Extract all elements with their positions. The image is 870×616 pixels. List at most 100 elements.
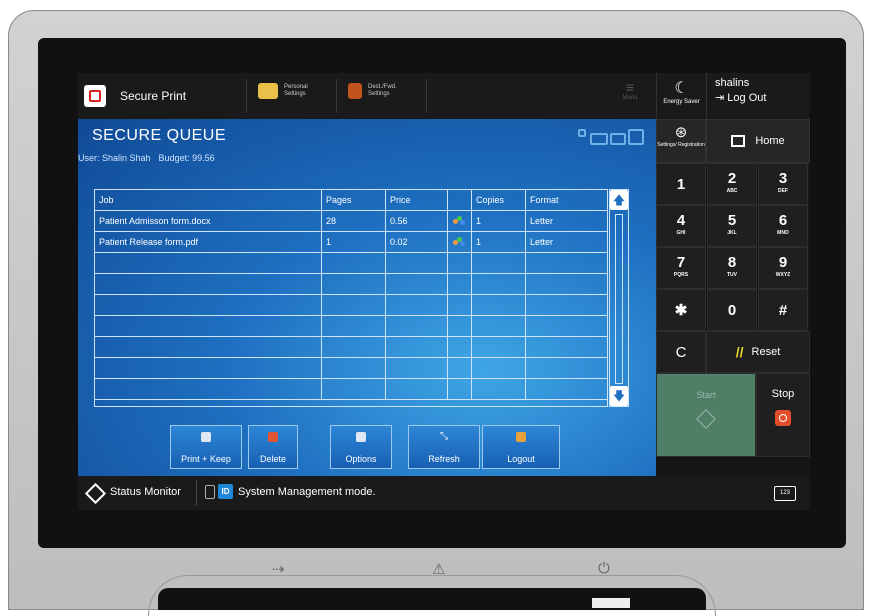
start-button[interactable]: Start [656, 373, 756, 457]
home-button[interactable]: Home [706, 119, 810, 163]
key-letters: TUV [727, 272, 737, 278]
empty-cell [322, 379, 386, 400]
keypad-key-8[interactable]: 8 TUV [707, 247, 757, 289]
divider [426, 79, 427, 113]
reset-label: Reset [751, 346, 781, 358]
empty-cell [386, 274, 448, 295]
personal-settings-line1: Personal [284, 84, 308, 90]
energy-saver-button[interactable]: ☾ Energy Saver [656, 73, 706, 119]
scroll-up-icon[interactable]: 🡅 [610, 190, 628, 210]
indicator-light [592, 598, 630, 608]
username: shalins [715, 77, 750, 89]
scroll-down-icon[interactable]: 🡇 [610, 386, 628, 406]
key-letters: GHI [676, 230, 686, 236]
scroll-track[interactable] [615, 214, 623, 384]
keypad-key-1[interactable]: 1 [656, 163, 706, 205]
logout-top-label: Log Out [727, 92, 767, 104]
print-keep-button[interactable]: Print + Keep [170, 425, 242, 469]
empty-cell [322, 274, 386, 295]
key-letters: MNO [777, 230, 789, 236]
menu-button[interactable]: ≡ Menu [610, 79, 650, 115]
personal-settings-icon [258, 83, 278, 99]
empty-cell [448, 316, 472, 337]
logout-button[interactable]: Logout [482, 425, 560, 469]
keypad-key-4[interactable]: 4 GHI [656, 205, 706, 247]
empty-cell [472, 337, 526, 358]
keypad-key-6[interactable]: 6 MNO [758, 205, 808, 247]
personal-settings-button[interactable]: Personal Settings [258, 83, 308, 99]
keypad-key-3[interactable]: 3 DEF [758, 163, 808, 205]
col-header-pages[interactable]: Pages [322, 190, 386, 211]
empty-cell [472, 379, 526, 400]
empty-cell [448, 379, 472, 400]
empty-cell [322, 253, 386, 274]
keypad-key-10[interactable]: ✱ [656, 289, 706, 331]
queue-decoration-icon [578, 127, 652, 145]
empty-cell [448, 358, 472, 379]
keypad-key-12[interactable]: # [758, 289, 808, 331]
empty-cell [95, 274, 322, 295]
start-diamond-icon [696, 409, 716, 429]
status-bar: Status Monitor ID System Management mode… [78, 476, 810, 510]
refresh-button[interactable]: ⤡ Refresh [408, 425, 480, 469]
key-letters: ABC [726, 188, 738, 194]
table-scrollbar[interactable]: 🡅 🡇 [609, 189, 629, 407]
empty-cell [95, 253, 322, 274]
empty-cell [448, 274, 472, 295]
energy-saver-label: Energy Saver [663, 99, 700, 105]
stop-button[interactable]: Stop [756, 373, 810, 457]
key-letters: DEF [778, 188, 788, 194]
keypad-key-5[interactable]: 5 JKL [707, 205, 757, 247]
col-header-job[interactable]: Job [95, 190, 322, 211]
empty-cell [322, 316, 386, 337]
arrow-hardware-icon[interactable]: ⇢ [272, 560, 285, 578]
keypad-key-11[interactable]: 0 [707, 289, 757, 331]
empty-cell [472, 316, 526, 337]
empty-cell [526, 295, 607, 316]
key-number: 3 [778, 170, 788, 187]
keypad-key-2[interactable]: 2 ABC [707, 163, 757, 205]
menu-icon: ≡ [625, 79, 635, 95]
dest-fwd-settings-button[interactable]: Dest./Fwd. Settings [348, 83, 397, 99]
key-number: 8 [727, 254, 737, 271]
table-row[interactable]: Patient Admisson form.docx 28 0.56 1 Let… [95, 211, 607, 232]
job-price: 0.02 [386, 232, 448, 253]
secure-print-icon [84, 85, 106, 107]
dest-fwd-line1: Dest./Fwd. [368, 84, 397, 90]
clear-key[interactable]: C [656, 331, 706, 373]
empty-table-row [95, 253, 607, 274]
user-panel: shalins ⇥ Log Out [706, 73, 810, 119]
job-pages: 28 [322, 211, 386, 232]
refresh-icon: ⤡ [440, 431, 448, 442]
touch-screen: Secure Print Personal Settings Dest./Fwd… [78, 73, 810, 510]
logout-top-button[interactable]: ⇥ Log Out [715, 91, 810, 104]
app-title-button[interactable]: Secure Print [84, 81, 186, 111]
keypad-key-7[interactable]: 7 PQRS [656, 247, 706, 289]
delete-button[interactable]: Delete [248, 425, 298, 469]
table-row[interactable]: Patient Release form.pdf 1 0.02 1 Letter [95, 232, 607, 253]
start-label: Start [696, 390, 716, 400]
user-label: User: Shalin Shah [78, 153, 151, 163]
empty-cell [386, 316, 448, 337]
col-header-copies[interactable]: Copies [472, 190, 526, 211]
home-icon [731, 135, 746, 147]
settings-registration-button[interactable]: ⊛ Settings/ Registration [656, 119, 706, 163]
stop-icon [775, 410, 791, 426]
power-hardware-icon[interactable]: ⏻ [598, 560, 610, 577]
keyboard-button[interactable]: 123 [774, 486, 796, 501]
col-header-format[interactable]: Format [526, 190, 607, 211]
reset-button[interactable]: // Reset [706, 331, 810, 373]
job-copies: 1 [472, 232, 526, 253]
job-format: Letter [530, 216, 554, 226]
options-button[interactable]: Options [330, 425, 392, 469]
col-header-price[interactable]: Price [386, 190, 448, 211]
empty-table-row [95, 337, 607, 358]
key-number: 5 [727, 212, 737, 229]
divider [196, 480, 197, 506]
keypad-key-9[interactable]: 9 WXYZ [758, 247, 808, 289]
job-format: Letter [530, 237, 554, 247]
table-header-row: Job Pages Price Copies Format [95, 190, 607, 211]
status-monitor-button[interactable]: Status Monitor [110, 486, 181, 498]
job-name: Patient Release form.pdf [95, 232, 322, 253]
key-number: 4 [676, 212, 686, 229]
